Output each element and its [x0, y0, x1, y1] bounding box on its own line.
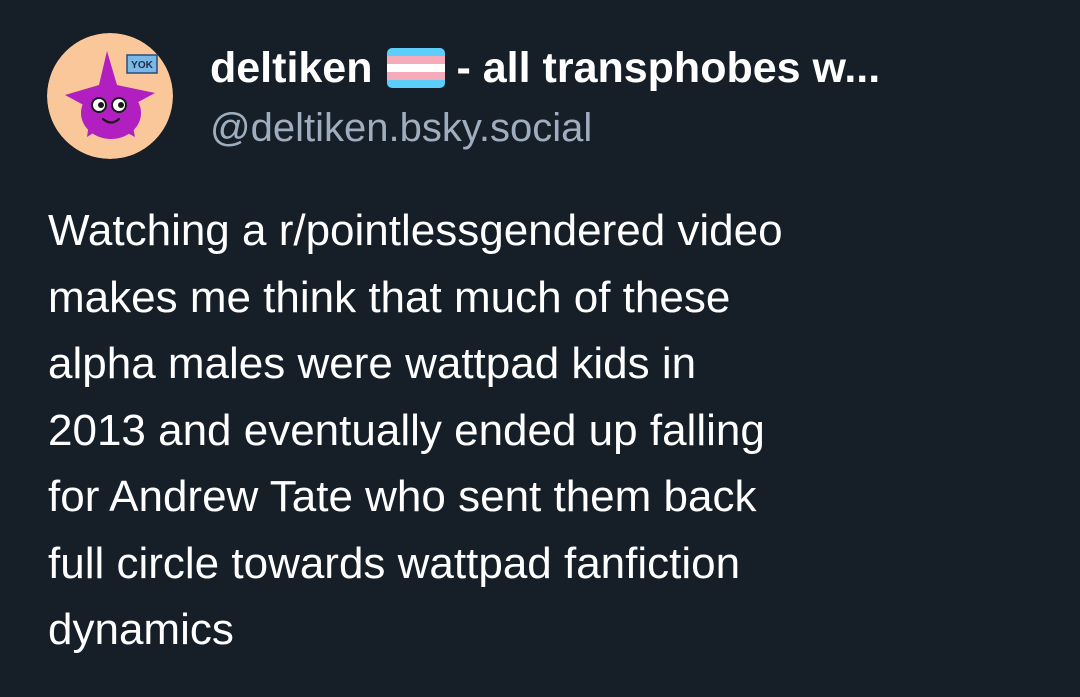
author-handle[interactable]: @deltiken.bsky.social	[210, 102, 1060, 154]
avatar-badge-text: YOK	[131, 60, 153, 71]
post-header: deltiken - all transphobes w... @deltike…	[210, 40, 1060, 154]
post-body: Watching a r/pointlessgendered video mak…	[48, 198, 1048, 664]
post-card[interactable]: YOK deltiken - all transphobes w... @del…	[0, 0, 1080, 697]
post-body-line: alpha males were wattpad kids in	[48, 339, 697, 388]
transgender-flag-icon	[386, 48, 445, 88]
avatar[interactable]: YOK	[47, 33, 173, 159]
avatar-character-icon: YOK	[47, 33, 173, 159]
post-body-line: for Andrew Tate who sent them back	[48, 472, 757, 521]
post-body-line: full circle towards wattpad fanfiction	[48, 538, 741, 588]
post-body-line: 2013 and eventually ended up falling	[48, 405, 765, 455]
author-display-name[interactable]: deltiken	[210, 40, 373, 96]
post-body-line: Watching a r/pointlessgendered video	[48, 206, 783, 255]
post-body-line: dynamics	[48, 605, 234, 654]
author-name-row[interactable]: deltiken - all transphobes w...	[210, 40, 1060, 96]
author-name-suffix[interactable]: - all transphobes w...	[457, 40, 881, 96]
post-body-line: makes me think that much of these	[48, 272, 731, 322]
